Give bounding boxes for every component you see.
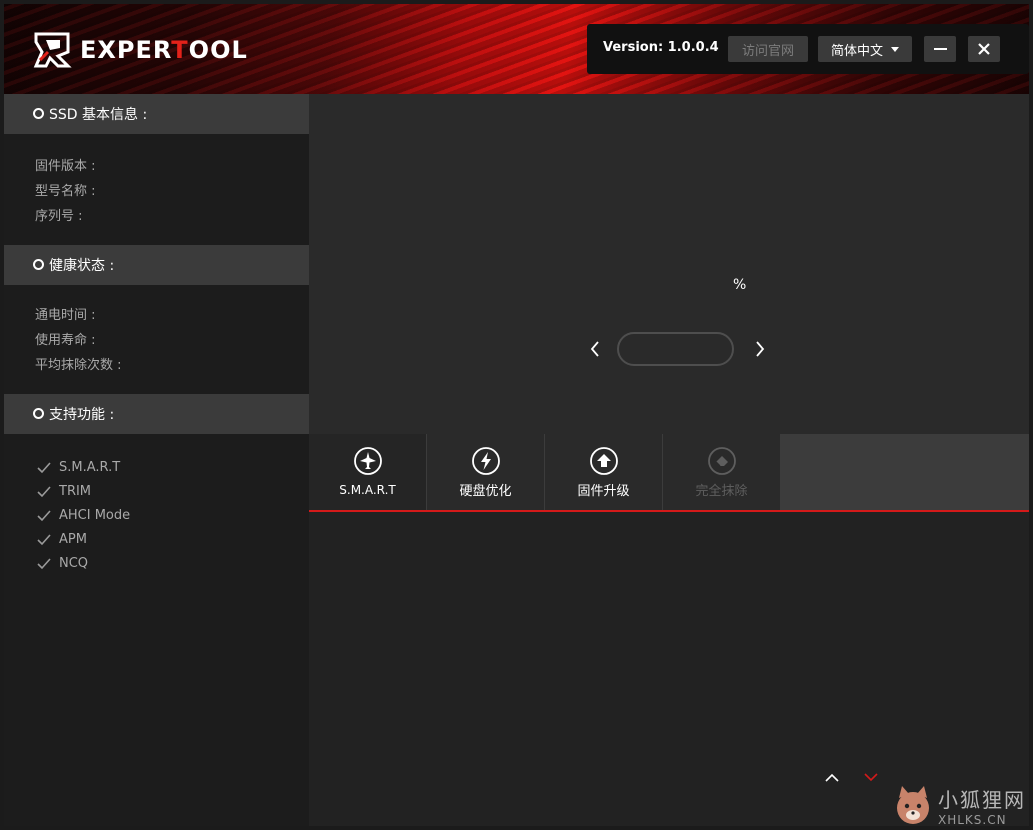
chevron-left-icon	[590, 341, 599, 357]
feature-label: TRIM	[59, 484, 92, 499]
section-title: 健康状态 :	[49, 258, 115, 274]
section-title: SSD 基本信息 :	[49, 107, 148, 123]
tab-smart[interactable]: S.M.A.R.T	[309, 434, 426, 510]
window-controls-bar: Version: 1.0.0.4 访问官网 简体中文	[587, 24, 1029, 74]
language-select[interactable]: 简体中文	[818, 36, 912, 62]
check-icon	[37, 533, 51, 545]
tab-secure-erase: 完全抹除	[663, 434, 780, 510]
feature-label: NCQ	[59, 556, 89, 571]
check-icon	[37, 557, 51, 569]
feature-label: AHCI Mode	[59, 508, 131, 523]
watermark-cn: 小狐狸网	[938, 787, 1026, 812]
close-icon	[978, 43, 990, 55]
section-title: 支持功能 :	[49, 407, 115, 423]
health-display-panel: %	[309, 94, 1029, 434]
app-logo: EXPERTOOL	[32, 30, 248, 70]
chevron-down-icon	[864, 772, 878, 781]
scroll-up-button[interactable]	[822, 769, 842, 785]
drive-selector[interactable]	[617, 332, 734, 366]
section-header-health: 健康状态 :	[4, 245, 309, 285]
tab-label: 固件升级	[577, 484, 630, 499]
tab-optimize[interactable]: 硬盘优化	[427, 434, 544, 510]
serial-number-label: 序列号 :	[35, 209, 83, 224]
expertool-logo-icon	[33, 32, 72, 68]
circle-bullet-icon	[33, 108, 44, 119]
firmware-version-label: 固件版本 :	[35, 159, 96, 174]
check-icon	[37, 485, 51, 497]
life-remaining-label: 使用寿命 :	[35, 333, 96, 348]
site-watermark: 小狐狸网 XHLKS.CN	[892, 780, 1029, 826]
eraser-icon	[707, 447, 736, 475]
power-on-time-label: 通电时间 :	[35, 308, 96, 323]
feature-label: APM	[59, 532, 87, 547]
logo-wordmark: EXPERTOOL	[80, 36, 248, 64]
chevron-right-icon	[756, 341, 765, 357]
next-drive-button[interactable]	[750, 337, 770, 361]
upload-arrow-icon	[589, 447, 618, 475]
function-tabs: S.M.A.R.T 硬盘优化 固件升级 完全抹除	[309, 434, 1029, 512]
minimize-icon	[933, 48, 947, 50]
lightning-icon	[471, 447, 500, 475]
circle-bullet-icon	[33, 408, 44, 419]
avg-erase-count-label: 平均抹除次数 :	[35, 358, 122, 373]
language-value: 简体中文	[830, 43, 883, 59]
section-header-ssd-info: SSD 基本信息 :	[4, 94, 309, 134]
chevron-up-icon	[825, 773, 839, 782]
health-percent: %	[733, 277, 747, 293]
model-name-label: 型号名称 :	[35, 184, 96, 199]
caret-down-icon	[891, 46, 899, 52]
feature-item-trim: TRIM	[37, 484, 91, 499]
circle-bullet-icon	[33, 259, 44, 270]
previous-drive-button[interactable]	[585, 337, 605, 361]
check-icon	[37, 509, 51, 521]
feature-item-ahci: AHCI Mode	[37, 508, 130, 523]
fox-mascot-icon	[897, 786, 929, 824]
feature-item-smart: S.M.A.R.T	[37, 460, 120, 475]
scroll-down-button[interactable]	[861, 769, 881, 785]
title-bar: EXPERTOOL Version: 1.0.0.4 访问官网 简体中文	[4, 4, 1029, 94]
section-header-features: 支持功能 :	[4, 394, 309, 434]
visit-website-button[interactable]: 访问官网	[728, 36, 808, 62]
airplane-icon	[353, 447, 382, 475]
tab-content-area	[309, 512, 1029, 826]
check-icon	[37, 461, 51, 473]
watermark-en: XHLKS.CN	[938, 812, 1007, 827]
feature-item-ncq: NCQ	[37, 556, 88, 571]
tab-firmware-upgrade[interactable]: 固件升级	[545, 434, 662, 510]
tab-label: 完全抹除	[695, 484, 748, 499]
minimize-button[interactable]	[924, 36, 956, 62]
app-window: EXPERTOOL Version: 1.0.0.4 访问官网 简体中文 SSD…	[4, 4, 1029, 826]
version-label: Version: 1.0.0.4	[603, 40, 719, 55]
tab-label: S.M.A.R.T	[339, 483, 396, 497]
feature-item-apm: APM	[37, 532, 87, 547]
close-button[interactable]	[968, 36, 1000, 62]
sidebar: SSD 基本信息 : 固件版本 : 型号名称 : 序列号 : 健康状态 : 通电…	[4, 94, 309, 826]
feature-label: S.M.A.R.T	[59, 460, 121, 475]
tab-label: 硬盘优化	[459, 484, 512, 499]
